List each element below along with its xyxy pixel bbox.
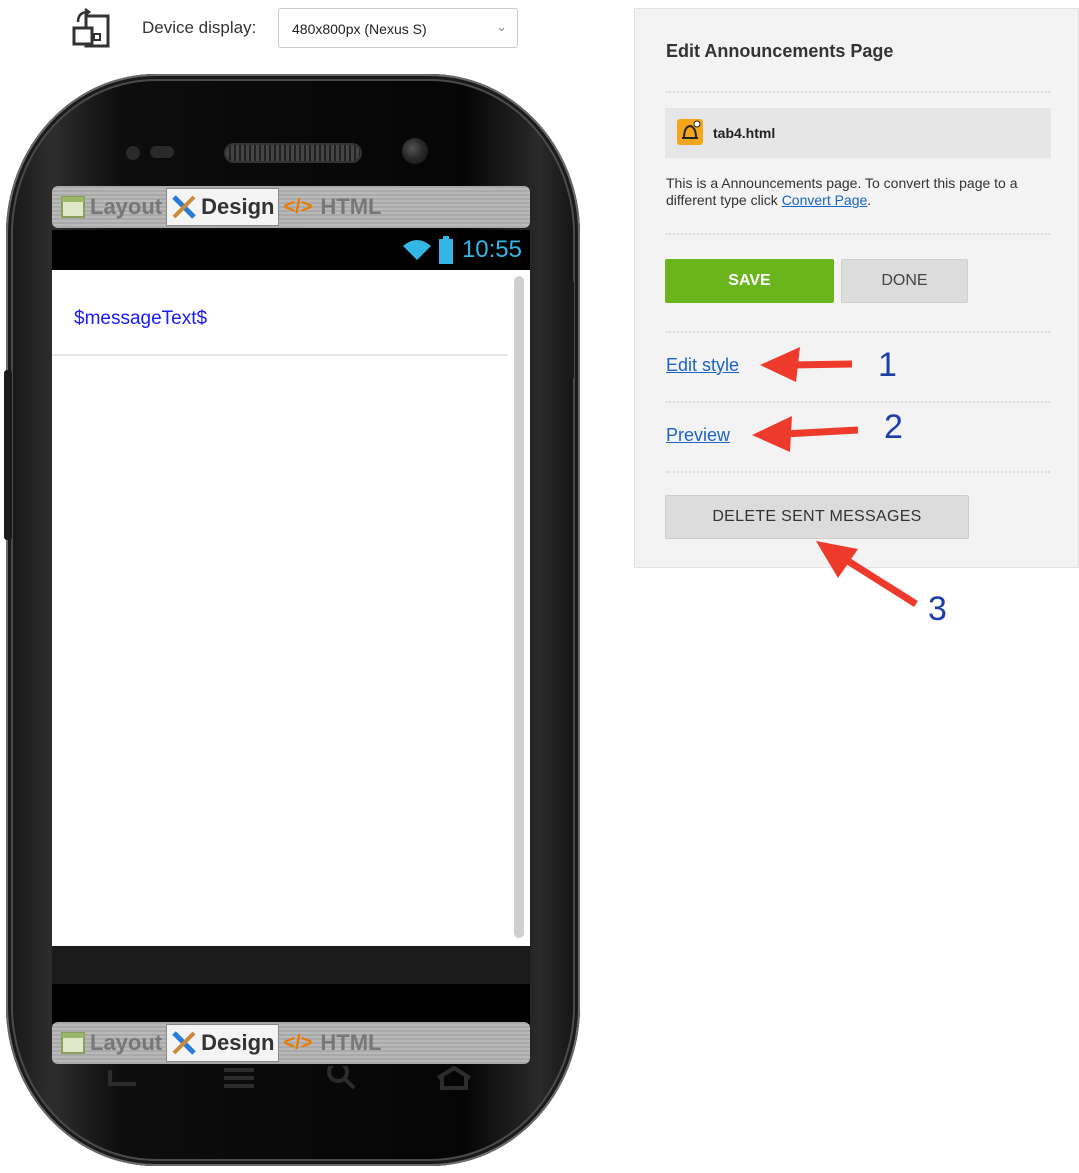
status-time: 10:55 bbox=[461, 236, 522, 263]
power-button bbox=[566, 280, 574, 380]
done-button[interactable]: DONE bbox=[841, 259, 968, 303]
mode-bar-top: Layout Design </> HTML bbox=[52, 186, 530, 228]
rotate-device-icon[interactable] bbox=[72, 8, 114, 50]
description-suffix: . bbox=[867, 192, 872, 208]
design-tools-icon bbox=[172, 195, 196, 219]
tab-design[interactable]: Design bbox=[166, 1024, 280, 1062]
phone-screen: $messageText$ bbox=[52, 270, 530, 946]
save-button[interactable]: SAVE bbox=[665, 259, 834, 303]
chevron-down-icon: ⌄ bbox=[496, 19, 507, 34]
device-display-select[interactable]: 480x800px (Nexus S) ⌄ bbox=[278, 8, 518, 48]
scrollbar[interactable] bbox=[514, 276, 524, 938]
search-icon[interactable] bbox=[326, 1066, 358, 1090]
back-icon[interactable] bbox=[106, 1066, 142, 1090]
home-icon[interactable] bbox=[434, 1066, 474, 1090]
mode-bar-bottom: Layout Design </> HTML bbox=[52, 1022, 530, 1064]
device-display-value: 480x800px (Nexus S) bbox=[292, 21, 427, 37]
divider bbox=[666, 91, 1050, 93]
tab-html[interactable]: </> HTML bbox=[279, 189, 385, 225]
edit-page-panel: Edit Announcements Page tab4.html This i… bbox=[634, 8, 1079, 568]
tab-layout-label: Layout bbox=[90, 194, 163, 219]
device-display-label: Device display: bbox=[142, 18, 257, 37]
menu-icon[interactable] bbox=[222, 1066, 256, 1090]
file-box: tab4.html bbox=[665, 108, 1051, 158]
tab-design[interactable]: Design bbox=[166, 188, 280, 226]
tab-html[interactable]: </> HTML bbox=[279, 1025, 385, 1061]
design-tools-icon bbox=[172, 1031, 196, 1055]
file-name: tab4.html bbox=[713, 125, 776, 141]
battery-icon bbox=[439, 236, 453, 264]
volume-button bbox=[4, 370, 12, 540]
tab-layout[interactable]: Layout bbox=[56, 1025, 166, 1061]
callout-3: 3 bbox=[928, 590, 947, 628]
layout-icon bbox=[61, 1032, 85, 1054]
phone-bottom-bezel-dark bbox=[52, 984, 530, 1024]
divider bbox=[666, 401, 1050, 403]
callout-1: 1 bbox=[878, 346, 897, 384]
page-description: This is a Announcements page. To convert… bbox=[666, 175, 1056, 209]
preview-link[interactable]: Preview bbox=[666, 425, 730, 446]
delete-sent-messages-button[interactable]: DELETE SENT MESSAGES bbox=[665, 495, 969, 539]
callout-2: 2 bbox=[884, 408, 903, 446]
code-icon: </> bbox=[283, 195, 313, 218]
edit-style-link[interactable]: Edit style bbox=[666, 355, 739, 376]
tab-html-label: HTML bbox=[320, 194, 382, 219]
status-bar: 10:55 bbox=[52, 230, 530, 270]
proximity-sensor bbox=[126, 146, 140, 160]
convert-page-link[interactable]: Convert Page bbox=[782, 192, 868, 208]
tab-layout-label: Layout bbox=[90, 1030, 163, 1055]
list-item[interactable]: $messageText$ bbox=[52, 270, 508, 356]
earpiece-speaker bbox=[226, 145, 360, 161]
announcement-bell-icon bbox=[677, 119, 703, 145]
message-text: $messageText$ bbox=[74, 308, 208, 329]
divider bbox=[666, 471, 1050, 473]
light-sensor bbox=[150, 146, 174, 158]
wifi-icon bbox=[403, 240, 431, 260]
code-icon: </> bbox=[283, 1031, 313, 1054]
divider bbox=[666, 331, 1050, 333]
front-camera bbox=[402, 138, 428, 164]
panel-title: Edit Announcements Page bbox=[666, 41, 894, 61]
tab-layout[interactable]: Layout bbox=[56, 189, 166, 225]
phone-bottom-bezel bbox=[52, 946, 530, 984]
divider bbox=[666, 233, 1050, 235]
tab-design-label: Design bbox=[201, 194, 275, 219]
tab-html-label: HTML bbox=[320, 1030, 382, 1055]
tab-design-label: Design bbox=[201, 1030, 275, 1055]
layout-icon bbox=[61, 196, 85, 218]
